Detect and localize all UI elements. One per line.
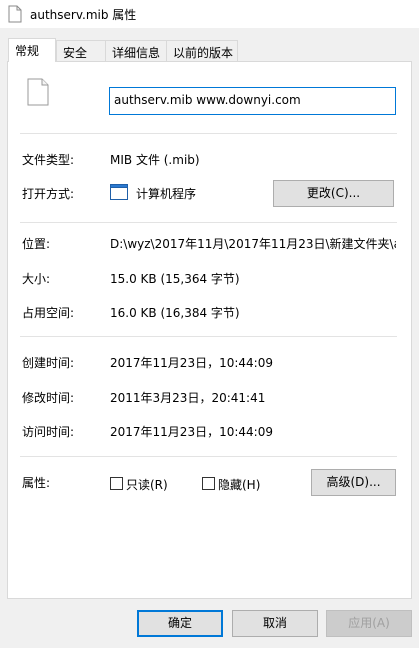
modified-value: 2011年3月23日，20:41:41 <box>110 391 266 405</box>
created-value: 2017年11月23日，10:44:09 <box>110 356 273 370</box>
file-icon <box>8 5 22 23</box>
tab-security[interactable]: 安全 <box>56 40 106 61</box>
tab-details[interactable]: 详细信息 <box>105 40 167 61</box>
separator <box>20 336 397 337</box>
hidden-checkbox[interactable] <box>202 477 215 490</box>
window-title: authserv.mib 属性 <box>30 8 137 22</box>
accessed-label: 访问时间: <box>22 425 75 439</box>
general-panel <box>7 61 412 599</box>
tab-general[interactable]: 常规 <box>8 38 56 62</box>
modified-label: 修改时间: <box>22 391 75 405</box>
location-label: 位置: <box>22 237 51 251</box>
separator <box>20 456 397 457</box>
separator <box>20 222 397 223</box>
application-window-icon <box>110 184 128 200</box>
readonly-checkbox[interactable] <box>110 477 123 490</box>
readonly-label[interactable]: 只读(R) <box>126 476 168 493</box>
size-on-disk-value: 16.0 KB (16,384 字节) <box>110 306 240 320</box>
document-icon <box>27 78 49 106</box>
file-type-value: MIB 文件 (.mib) <box>110 153 200 167</box>
hidden-label[interactable]: 隐藏(H) <box>218 476 260 493</box>
size-value: 15.0 KB (15,364 字节) <box>110 272 240 286</box>
attributes-label: 属性: <box>22 476 51 490</box>
apply-button[interactable]: 应用(A) <box>326 610 412 637</box>
advanced-button[interactable]: 高级(D)... <box>311 469 396 496</box>
created-label: 创建时间: <box>22 356 75 370</box>
size-on-disk-label: 占用空间: <box>22 306 75 320</box>
location-value: D:\wyz\2017年11月\2017年11月23日\新建文件夹\au <box>110 237 396 251</box>
opens-with-value: 计算机程序 <box>136 187 197 201</box>
file-type-label: 文件类型: <box>22 153 75 167</box>
accessed-value: 2017年11月23日，10:44:09 <box>110 425 273 439</box>
file-name-input[interactable]: authserv.mib www.downyi.com <box>109 87 396 115</box>
cancel-button[interactable]: 取消 <box>232 610 318 637</box>
opens-with-label: 打开方式: <box>22 187 75 201</box>
ok-button[interactable]: 确定 <box>137 610 223 637</box>
size-label: 大小: <box>22 272 51 286</box>
tab-previous-versions[interactable]: 以前的版本 <box>166 40 238 61</box>
separator <box>20 133 397 134</box>
change-button[interactable]: 更改(C)... <box>273 180 394 207</box>
